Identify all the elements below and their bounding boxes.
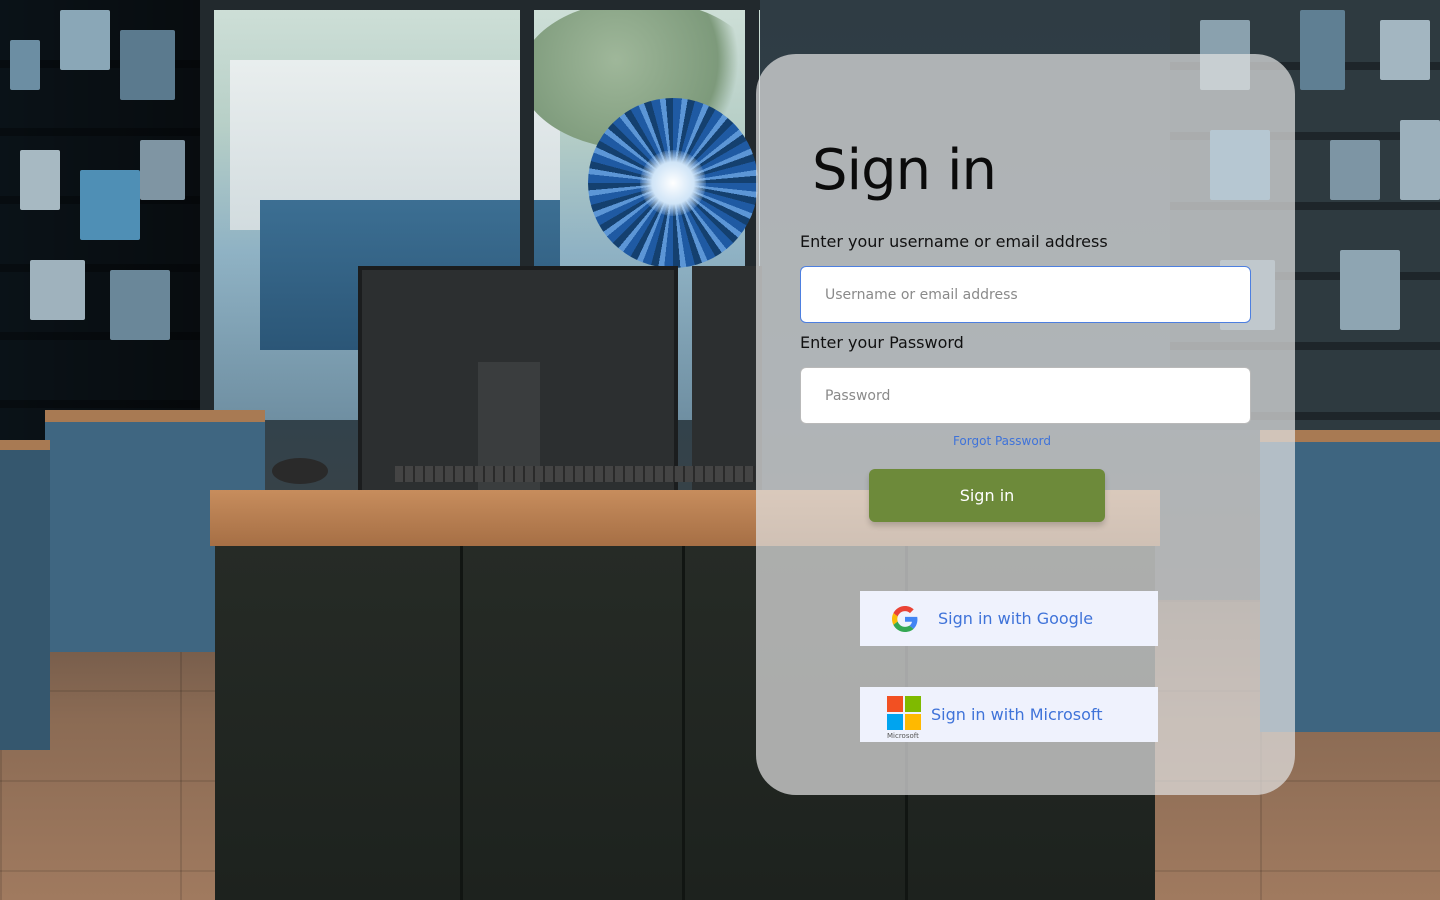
- password-input[interactable]: [800, 367, 1251, 424]
- microsoft-square-blue: [887, 714, 903, 730]
- microsoft-logo-icon: Microsoft: [887, 687, 921, 742]
- microsoft-square-red: [887, 696, 903, 712]
- username-label: Enter your username or email address: [800, 232, 1108, 251]
- signin-card: Sign in Enter your username or email add…: [756, 54, 1295, 795]
- google-button-label: Sign in with Google: [938, 609, 1094, 628]
- signin-page: Sign in Enter your username or email add…: [0, 0, 1440, 900]
- sign-in-with-google-button[interactable]: Sign in with Google: [860, 591, 1158, 646]
- background-cabinet: [0, 440, 50, 750]
- shelf-item: [30, 260, 85, 320]
- password-label: Enter your Password: [800, 333, 964, 352]
- shelf-item: [10, 40, 40, 90]
- microsoft-button-label: Sign in with Microsoft: [931, 705, 1103, 724]
- shelf-item: [80, 170, 140, 240]
- background-sculpture-center: [640, 150, 706, 216]
- microsoft-square-yellow: [905, 714, 921, 730]
- shelf-item: [140, 140, 185, 200]
- shelf-item: [120, 30, 175, 100]
- desk-seam: [460, 546, 463, 900]
- desk-seam: [682, 546, 685, 900]
- background-monitor: [692, 266, 762, 496]
- shelf-item: [1380, 20, 1430, 80]
- background-keyboard: [395, 466, 755, 482]
- page-title: Sign in: [812, 138, 997, 203]
- shelf-item: [20, 150, 60, 210]
- microsoft-squares: [887, 696, 921, 730]
- username-input[interactable]: [800, 266, 1251, 323]
- window-frame: [200, 0, 214, 420]
- shelf-item: [1330, 140, 1380, 200]
- shelf-item: [1400, 120, 1440, 200]
- shelf-item: [1300, 10, 1345, 90]
- microsoft-square-green: [905, 696, 921, 712]
- shelf-item: [60, 10, 110, 70]
- sign-in-button[interactable]: Sign in: [869, 469, 1105, 522]
- window-frame: [200, 0, 760, 10]
- shelf-item: [110, 270, 170, 340]
- microsoft-wordmark: Microsoft: [887, 732, 919, 740]
- sign-in-with-microsoft-button[interactable]: Microsoft Sign in with Microsoft: [860, 687, 1158, 742]
- forgot-password-link[interactable]: Forgot Password: [756, 434, 1248, 448]
- shelf-item: [1340, 250, 1400, 330]
- background-mouse: [272, 458, 328, 484]
- google-icon: [892, 605, 918, 632]
